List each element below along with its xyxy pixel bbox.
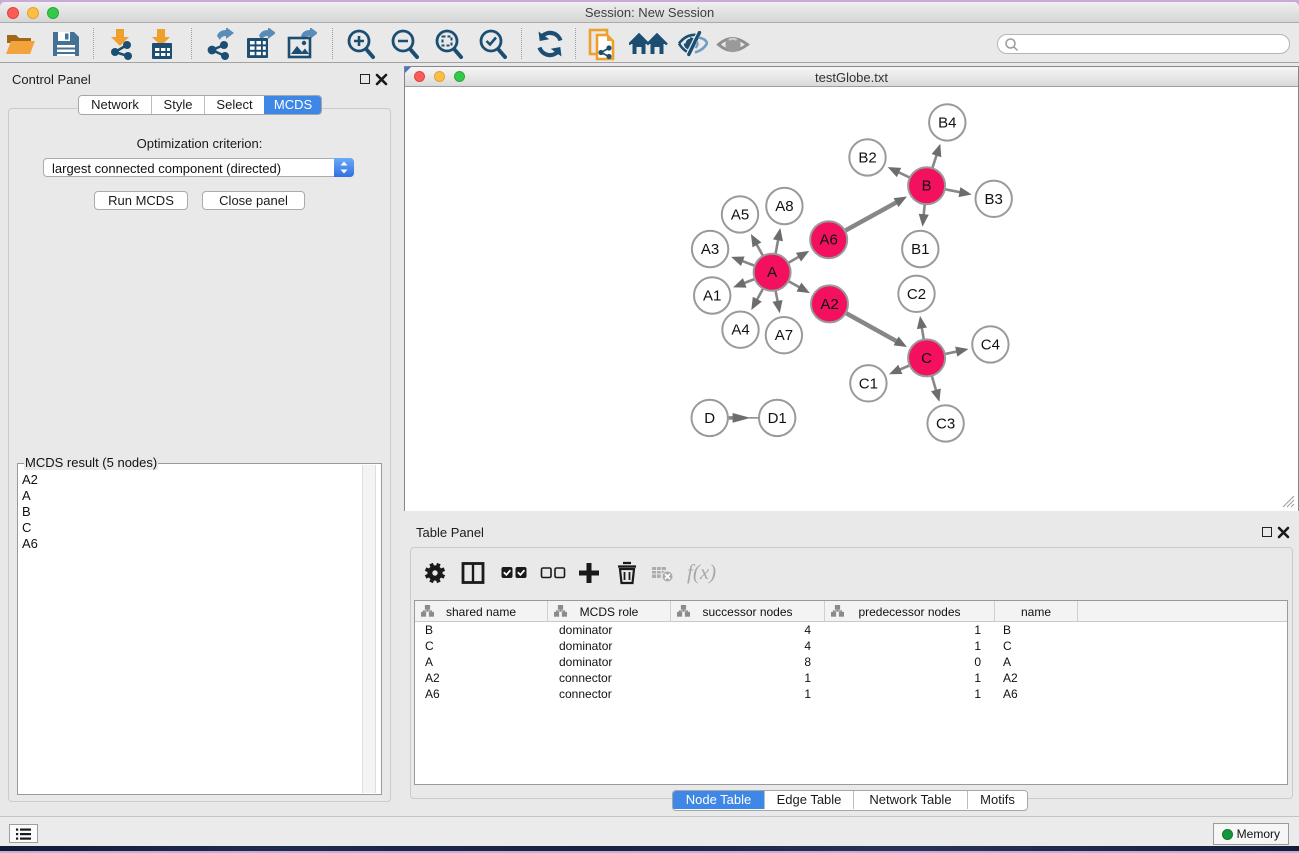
svg-text:A3: A3 (701, 241, 719, 258)
svg-text:C3: C3 (936, 415, 955, 432)
svg-text:A4: A4 (731, 322, 749, 339)
svg-text:A1: A1 (703, 288, 721, 305)
svg-text:C1: C1 (859, 375, 878, 392)
svg-text:A2: A2 (820, 296, 838, 313)
svg-text:C: C (921, 350, 932, 367)
svg-text:A: A (767, 264, 777, 281)
svg-text:D: D (704, 410, 715, 427)
svg-text:C4: C4 (981, 336, 1000, 353)
svg-text:B2: B2 (858, 149, 876, 166)
svg-text:A5: A5 (731, 206, 749, 223)
svg-text:A7: A7 (775, 327, 793, 344)
svg-text:B1: B1 (911, 241, 929, 258)
svg-text:A6: A6 (820, 232, 838, 249)
svg-text:D1: D1 (768, 410, 787, 427)
svg-text:C2: C2 (907, 286, 926, 303)
svg-text:B4: B4 (938, 114, 956, 131)
svg-text:A8: A8 (775, 198, 793, 215)
svg-text:B: B (922, 178, 932, 195)
svg-text:B3: B3 (985, 191, 1003, 208)
